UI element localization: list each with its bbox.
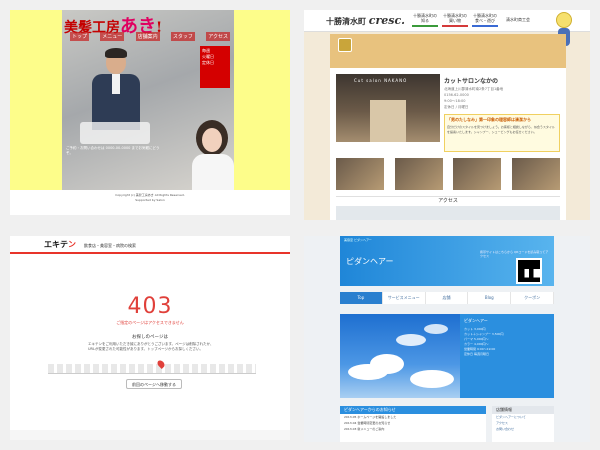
qr-info: 携帯サイトはこちらから QRコードを読み取ってアクセス bbox=[480, 250, 549, 258]
error-code: 403 bbox=[127, 294, 173, 319]
contact-info: ご予約・お問い合わせは 0000-00-0000 までお気軽にどうぞ。 bbox=[66, 146, 160, 155]
gallery-thumb[interactable] bbox=[336, 158, 384, 190]
shop-front-photo: Cut salon NAKANO bbox=[336, 74, 440, 142]
shop-name: カットサロンなかの bbox=[444, 78, 499, 85]
stylist-man-image bbox=[90, 48, 142, 130]
ekiten-403-page: エキテン 飲食店・美容室・病院の検索 403 ご指定のページはアクセスできません… bbox=[10, 236, 290, 440]
nav-item-top[interactable]: トップ bbox=[70, 32, 90, 41]
error-message: エキテンをご利用いただき誠にありがとうございます。ページは削除されたか、URLが… bbox=[88, 342, 214, 351]
screenshot-grid: 美髪工房あき! トップ メニュー 店舗案内 スタッフ アクセス 毎週 火曜日 定休日… bbox=[0, 0, 600, 450]
news-box: ピダンヘアーからのお知らせ 2013.05 ホームページを開設しました 2013… bbox=[340, 406, 486, 442]
category-band bbox=[330, 34, 566, 68]
nav-shopping-button[interactable]: 十勝清水町の 買い物 bbox=[442, 13, 468, 27]
side-info: ピダンヘアー カット 3,000円 カット＋シャンプー 3,500円 パーマ 5… bbox=[460, 314, 554, 398]
nav-item-menu[interactable]: メニュー bbox=[100, 32, 125, 41]
back-button[interactable]: 前回のページへ移動する bbox=[126, 379, 182, 389]
side-line: 定休日 毎週月曜日 bbox=[464, 352, 489, 356]
gallery-thumb[interactable] bbox=[511, 158, 560, 190]
global-nav: Top サービスメニュー 店舗 Blog クーポン bbox=[340, 292, 554, 304]
tab-store[interactable]: 店舗 bbox=[426, 292, 469, 304]
tab-coupon[interactable]: クーポン bbox=[511, 292, 554, 304]
news-heading: ピダンヘアーからのお知らせ bbox=[340, 406, 486, 414]
store-info-link[interactable]: お問い合わせ bbox=[492, 426, 554, 432]
pidan-hair-page: 美容室 ピダンヘアー ピダンヘアー 携帯サイトはこちらから QRコードを読み取っ… bbox=[304, 236, 590, 442]
gallery-thumb[interactable] bbox=[394, 158, 443, 190]
footer bbox=[10, 430, 290, 440]
tab-top[interactable]: Top bbox=[340, 292, 383, 304]
store-info-heading: 店舗情報 bbox=[492, 406, 554, 414]
shop-sign: Cut salon NAKANO bbox=[354, 78, 408, 83]
nav-eat-button[interactable]: 十勝清水町の 食べ・遊び bbox=[472, 13, 498, 27]
nav-item-access[interactable]: アクセス bbox=[206, 32, 230, 41]
salon-aki-page: 美髪工房あき! トップ メニュー 店舗案内 スタッフ アクセス 毎週 火曜日 定休日… bbox=[10, 10, 290, 215]
pr-body: 自分だけのスタイルを見つけましょう。お客様と相談しながら、似合うスタイルを提案い… bbox=[447, 125, 555, 134]
site-logo[interactable]: 十勝清水町 cresc. bbox=[326, 14, 405, 27]
header-small-text: 美容室 ピダンヘアー bbox=[344, 238, 372, 242]
nav-know-button[interactable]: 十勝清水町の 知る bbox=[412, 13, 438, 27]
news-item[interactable]: 2013.03 新メニューのご案内 bbox=[340, 426, 486, 432]
top-nav: トップ メニュー 店舗案内 スタッフ アクセス bbox=[70, 32, 230, 41]
error-subtitle: ご指定のページはアクセスできません bbox=[116, 320, 184, 325]
qr-code-icon bbox=[518, 260, 540, 282]
error-heading: お探しのページは bbox=[132, 335, 168, 340]
site-logo[interactable]: エキテン bbox=[44, 239, 76, 250]
sky-hero-image bbox=[340, 314, 460, 398]
shop-details: 北海道上川郡清水町南2条7丁目1番地 0156-62-0000 9:00～18:00… bbox=[444, 87, 504, 109]
photo-gallery bbox=[336, 158, 560, 190]
chamber-link[interactable]: 清水町商工会 bbox=[506, 17, 530, 23]
pr-box: 「男のたしなみ」第一印象の理容師は清潔から 自分だけのスタイルを見つけましょう。… bbox=[444, 114, 560, 152]
access-map[interactable] bbox=[336, 206, 560, 220]
stylist-woman-image bbox=[192, 120, 234, 190]
pr-heading: 「男のたしなみ」第一印象の理容師は清潔から bbox=[447, 117, 531, 122]
skyline-illustration bbox=[48, 364, 256, 374]
header: エキテン 飲食店・美容室・病院の検索 bbox=[10, 236, 290, 254]
tab-service-menu[interactable]: サービスメニュー bbox=[383, 292, 426, 304]
tab-blog[interactable]: Blog bbox=[468, 292, 512, 304]
closed-day-badge: 毎週 火曜日 定休日 bbox=[200, 46, 230, 88]
cresc-page: 十勝清水町 cresc. 十勝清水町の 知る 十勝清水町の 買い物 十勝清水町の… bbox=[304, 10, 590, 220]
site-title[interactable]: ピダンヘアー bbox=[346, 256, 394, 267]
nav-item-store[interactable]: 店舗案内 bbox=[135, 32, 160, 41]
salon-sink-image bbox=[80, 122, 150, 144]
header: 十勝清水町 cresc. 十勝清水町の 知る 十勝清水町の 買い物 十勝清水町の… bbox=[304, 10, 590, 32]
side-heading: ピダンヘアー bbox=[464, 318, 488, 323]
store-info-box: 店舗情報 ピダンヘアーについて アクセス お問い合わせ bbox=[492, 406, 554, 442]
footer-text: Copyright (c) 美髪工房あき All Rights Reserved… bbox=[115, 193, 185, 202]
gallery-thumb[interactable] bbox=[453, 158, 502, 190]
site-tagline: 飲食店・美容室・病院の検索 bbox=[84, 243, 136, 248]
nav-item-staff[interactable]: スタッフ bbox=[170, 32, 195, 41]
beauty-category-icon[interactable] bbox=[338, 38, 352, 52]
